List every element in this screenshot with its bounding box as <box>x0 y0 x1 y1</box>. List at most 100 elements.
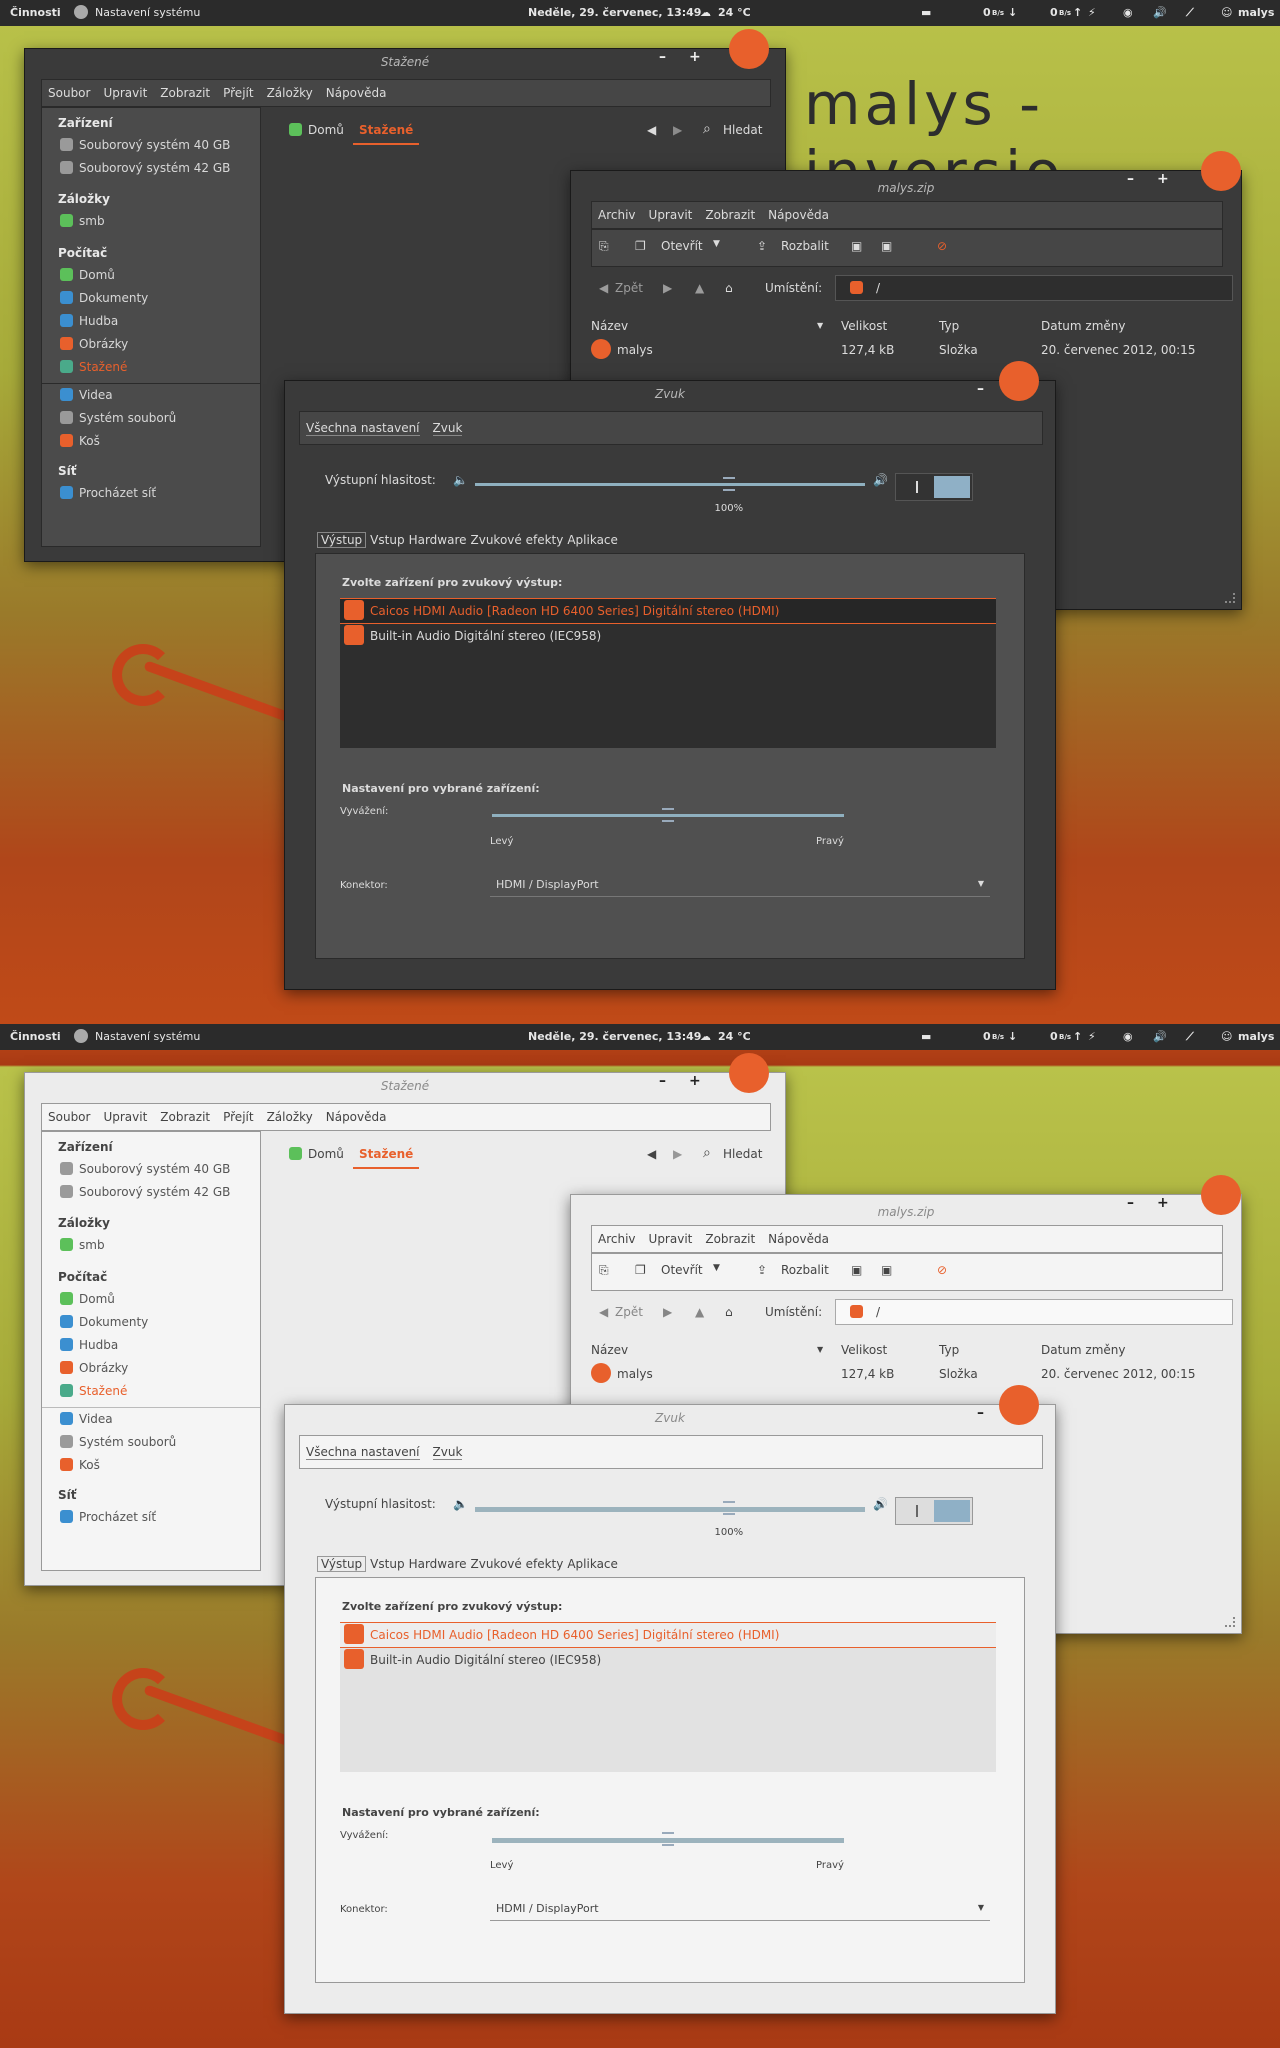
clock[interactable]: Neděle, 29. červenec, 13:49 <box>528 1030 701 1043</box>
new-archive-icon[interactable]: ⎘ <box>599 239 609 254</box>
volume-icon[interactable]: 🔊 <box>1153 6 1167 19</box>
sidebar-item-fs-40[interactable]: Souborový systém 40 GB <box>60 138 230 152</box>
tab-hardware[interactable]: Hardware <box>409 533 467 547</box>
sidebar-item-trash[interactable]: Koš <box>60 434 100 448</box>
sidebar-item-music[interactable]: Hudba <box>60 314 118 328</box>
column-header-name[interactable]: Název <box>591 1343 628 1357</box>
maximize-button[interactable]: + <box>1157 171 1169 187</box>
close-button[interactable] <box>729 1053 769 1093</box>
close-button[interactable] <box>999 361 1039 401</box>
add-files-icon[interactable]: ▣ <box>851 239 862 253</box>
list-item[interactable]: Built-in Audio Digitální stereo (IEC958) <box>340 624 996 648</box>
column-header-date[interactable]: Datum změny <box>1041 1343 1126 1357</box>
add-folder-icon[interactable]: ▣ <box>881 1263 892 1277</box>
sidebar-item-browse-network[interactable]: Procházet síť <box>60 1510 156 1524</box>
stop-icon[interactable]: ⊘ <box>937 239 947 253</box>
tab-input[interactable]: Vstup <box>370 533 404 547</box>
minimize-button[interactable]: – <box>1127 1195 1134 1211</box>
maximize-button[interactable]: + <box>689 1073 701 1089</box>
clock[interactable]: Neděle, 29. červenec, 13:49 <box>528 6 701 19</box>
search-button[interactable]: Hledat <box>723 123 762 137</box>
extract-button[interactable]: Rozbalit <box>781 239 829 253</box>
sidebar-item-videos[interactable]: Videa <box>60 388 113 402</box>
location-field[interactable]: / <box>835 275 1233 301</box>
sidebar-item-documents[interactable]: Dokumenty <box>60 1315 148 1329</box>
column-header-name[interactable]: Název <box>591 319 628 333</box>
search-button[interactable]: Hledat <box>723 1147 762 1161</box>
tab-effects[interactable]: Zvukové efekty <box>471 1557 564 1571</box>
path-button-downloads[interactable]: Stažené <box>353 1147 420 1169</box>
sidebar-item-filesystem[interactable]: Systém souborů <box>60 1435 176 1449</box>
forward-arrow-icon[interactable]: ▶ <box>673 123 682 137</box>
resize-grip[interactable] <box>1225 1617 1235 1627</box>
folder-icon[interactable]: ▬ <box>921 1030 931 1043</box>
sidebar-item-downloads[interactable]: Stažené <box>60 1384 127 1398</box>
menu-item-napoveda[interactable]: Nápověda <box>768 1232 829 1246</box>
table-row[interactable]: malys 127,4 kB Složka 20. červenec 2012,… <box>591 1359 1211 1385</box>
close-button[interactable] <box>1201 1175 1241 1215</box>
menu-item-zobrazit[interactable]: Zobrazit <box>705 1232 755 1246</box>
breadcrumb-all-settings[interactable]: Všechna nastavení <box>306 421 420 436</box>
balance-knob[interactable] <box>662 1832 674 1846</box>
menu-item-soubor[interactable]: Soubor <box>48 86 90 100</box>
menu-item-soubor[interactable]: Soubor <box>48 1110 90 1124</box>
folder-icon[interactable]: ▬ <box>921 6 931 19</box>
app-menu[interactable]: Nastavení systému <box>95 1030 200 1043</box>
column-header-type[interactable]: Typ <box>939 1343 959 1357</box>
location-field[interactable]: / <box>835 1299 1233 1325</box>
tab-applications[interactable]: Aplikace <box>567 533 618 547</box>
tab-output[interactable]: Výstup <box>317 532 367 548</box>
sidebar-item-pictures[interactable]: Obrázky <box>60 337 128 351</box>
path-button-downloads[interactable]: Stažené <box>353 123 420 145</box>
sidebar-item-downloads[interactable]: Stažené <box>60 360 127 374</box>
sidebar-item-filesystem[interactable]: Systém souborů <box>60 411 176 425</box>
menu-item-zobrazit[interactable]: Zobrazit <box>160 86 210 100</box>
list-item[interactable]: Caicos HDMI Audio [Radeon HD 6400 Series… <box>340 1622 996 1648</box>
column-header-size[interactable]: Velikost <box>841 319 887 333</box>
bluetooth-icon[interactable]: ⚡ <box>1088 1030 1096 1043</box>
tab-hardware[interactable]: Hardware <box>409 1557 467 1571</box>
list-item[interactable]: Caicos HDMI Audio [Radeon HD 6400 Series… <box>340 598 996 624</box>
bluetooth-icon[interactable]: ⚡ <box>1088 6 1096 19</box>
minimize-button[interactable]: – <box>1127 171 1134 187</box>
column-header-type[interactable]: Typ <box>939 319 959 333</box>
back-arrow-icon[interactable]: ◀ <box>599 1305 608 1319</box>
tab-effects[interactable]: Zvukové efekty <box>471 533 564 547</box>
back-arrow-icon[interactable]: ◀ <box>599 281 608 295</box>
menu-item-napoveda[interactable]: Nápověda <box>326 86 387 100</box>
output-volume-slider[interactable] <box>475 1507 865 1512</box>
minimize-button[interactable]: – <box>977 381 984 397</box>
maximize-button[interactable]: + <box>1157 1195 1169 1211</box>
connector-combo[interactable]: HDMI / DisplayPort ▼ <box>490 1896 990 1921</box>
sidebar-item-home[interactable]: Domů <box>60 1292 115 1306</box>
network-icon[interactable]: ⟋ <box>1186 6 1194 20</box>
sidebar-item-fs-40[interactable]: Souborový systém 40 GB <box>60 1162 230 1176</box>
open-icon[interactable]: ❐ <box>635 1263 646 1277</box>
back-arrow-icon[interactable]: ◀ <box>647 1147 656 1161</box>
volume-icon[interactable]: 🔊 <box>1153 1030 1167 1043</box>
stop-icon[interactable]: ⊘ <box>937 1263 947 1277</box>
menu-item-zobrazit[interactable]: Zobrazit <box>160 1110 210 1124</box>
tab-input[interactable]: Vstup <box>370 1557 404 1571</box>
back-button[interactable]: Zpět <box>615 1305 643 1319</box>
menu-item-zalozky[interactable]: Záložky <box>267 1110 313 1124</box>
new-archive-icon[interactable]: ⎘ <box>599 1263 609 1278</box>
forward-arrow-icon[interactable]: ▶ <box>663 281 672 295</box>
sidebar-item-smb[interactable]: smb <box>60 1238 105 1252</box>
menu-item-archiv[interactable]: Archiv <box>598 1232 636 1246</box>
search-icon[interactable]: ⌕ <box>703 121 711 137</box>
path-button-home[interactable]: Domů <box>289 123 344 137</box>
mute-toggle[interactable] <box>895 473 973 501</box>
output-volume-knob[interactable] <box>722 477 735 491</box>
sidebar-item-fs-42[interactable]: Souborový systém 42 GB <box>60 1185 230 1199</box>
maximize-button[interactable]: + <box>689 49 701 65</box>
accessibility-icon[interactable]: ◉ <box>1123 1030 1133 1043</box>
accessibility-icon[interactable]: ◉ <box>1123 6 1133 19</box>
menu-item-zobrazit[interactable]: Zobrazit <box>705 208 755 222</box>
sidebar-item-videos[interactable]: Videa <box>60 1412 113 1426</box>
sidebar-item-pictures[interactable]: Obrázky <box>60 1361 128 1375</box>
balance-knob[interactable] <box>662 808 674 822</box>
menu-item-zalozky[interactable]: Záložky <box>267 86 313 100</box>
open-icon[interactable]: ❐ <box>635 239 646 253</box>
sidebar-item-trash[interactable]: Koš <box>60 1458 100 1472</box>
